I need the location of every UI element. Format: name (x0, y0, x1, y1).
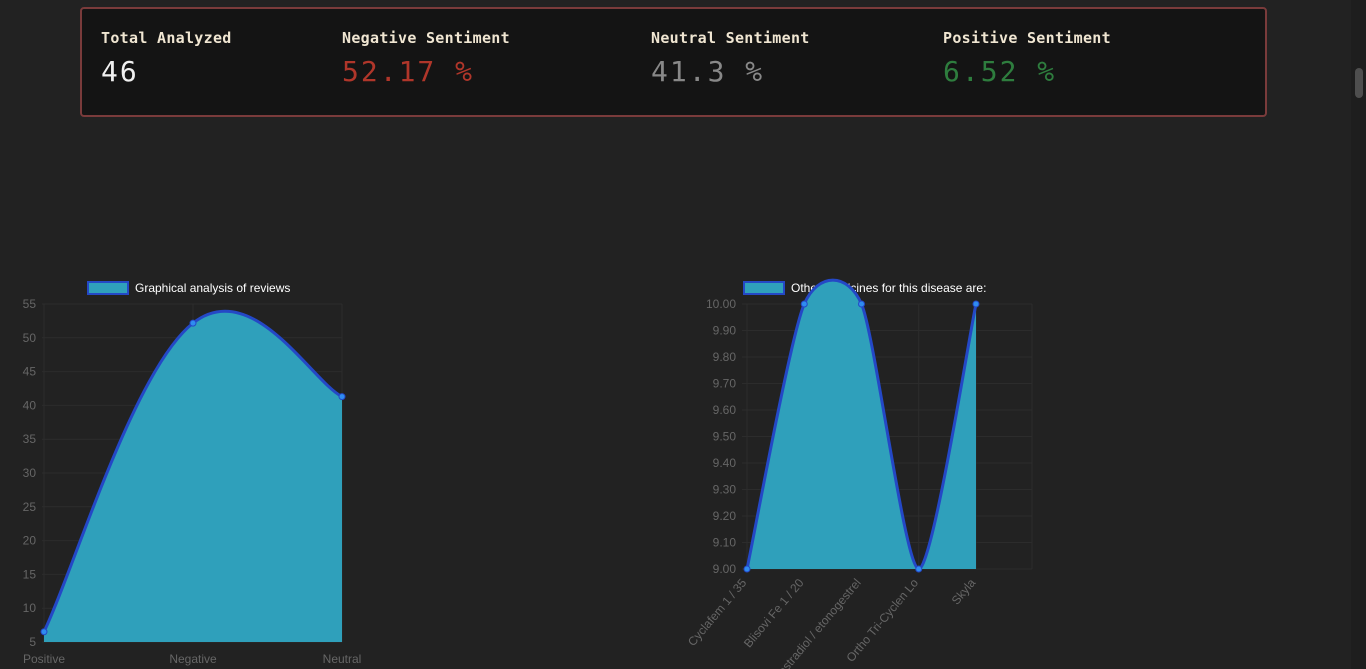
y-tick-label: 50 (23, 331, 37, 345)
x-tick-label: Negative (169, 652, 217, 666)
y-tick-label: 45 (23, 365, 37, 379)
y-tick-label: 9.20 (713, 509, 737, 523)
y-tick-label: 9.40 (713, 456, 737, 470)
stat-value: 46 (101, 55, 139, 88)
y-tick-label: 55 (23, 297, 37, 311)
other-medicines-chart[interactable]: Other medicines for this disease are: 9.0… (680, 270, 1060, 669)
x-tick-label: Cyclafem 1 / 35 (685, 576, 750, 649)
x-tick-label: Neutral (323, 652, 362, 666)
series-area (747, 280, 976, 569)
chart-legend[interactable]: Other medicines for this disease are: (743, 281, 986, 295)
chart-legend[interactable]: Graphical analysis of reviews (87, 281, 290, 295)
reviews-sentiment-chart[interactable]: Graphical analysis of reviews 5 10 15 20 25 30… (0, 270, 380, 669)
data-point[interactable] (743, 565, 751, 573)
x-tick-label: Skyla (949, 576, 979, 608)
y-tick-label: 30 (23, 466, 37, 480)
page-scrollbar[interactable] (1351, 0, 1366, 669)
y-tick-label: 10.00 (706, 297, 736, 311)
stat-positive-sentiment: Positive Sentiment 6.52 % (943, 29, 1111, 88)
y-tick-label: 9.90 (713, 324, 737, 338)
series-area (44, 311, 342, 642)
y-tick-label: 40 (23, 398, 37, 412)
data-point[interactable] (338, 393, 346, 401)
data-point[interactable] (189, 319, 197, 327)
legend-swatch (87, 281, 129, 295)
stat-value: 6.52 % (943, 55, 1057, 88)
y-tick-label: 9.70 (713, 377, 737, 391)
stat-label: Negative Sentiment (342, 29, 510, 47)
x-tick-label: Positive (23, 652, 65, 666)
data-point[interactable] (858, 300, 865, 308)
y-tick-label: 5 (29, 635, 36, 649)
stat-value: 41.3 % (651, 55, 765, 88)
y-tick-label: 9.80 (713, 350, 737, 364)
data-point[interactable] (972, 300, 980, 308)
y-tick-label: 25 (23, 500, 37, 514)
legend-swatch (743, 281, 785, 295)
y-tick-label: 9.60 (713, 403, 737, 417)
stat-value: 52.17 % (342, 55, 475, 88)
y-tick-label: 15 (23, 567, 37, 581)
stat-label: Neutral Sentiment (651, 29, 810, 47)
y-tick-label: 20 (23, 534, 37, 548)
data-point[interactable] (800, 300, 808, 308)
y-tick-label: 10 (23, 601, 37, 615)
y-tick-label: 9.30 (713, 483, 737, 497)
y-tick-label: 35 (23, 432, 37, 446)
data-point[interactable] (915, 565, 923, 573)
y-tick-label: 9.00 (713, 562, 737, 576)
stat-label: Total Analyzed (101, 29, 232, 47)
sentiment-summary-card: Total Analyzed 46 Negative Sentiment 52.… (80, 7, 1267, 117)
y-tick-label: 9.50 (713, 430, 737, 444)
stat-neutral-sentiment: Neutral Sentiment 41.3 % (651, 29, 810, 88)
stat-total-analyzed: Total Analyzed 46 (101, 29, 232, 88)
scrollbar-thumb[interactable] (1355, 68, 1363, 98)
stat-negative-sentiment: Negative Sentiment 52.17 % (342, 29, 510, 88)
y-tick-label: 9.10 (713, 536, 737, 550)
page: Total Analyzed 46 Negative Sentiment 52.… (0, 0, 1366, 669)
stat-label: Positive Sentiment (943, 29, 1111, 47)
x-tick-label: Blisovi Fe 1 / 20 (741, 576, 807, 651)
legend-label: Graphical analysis of reviews (135, 281, 290, 295)
data-point[interactable] (40, 628, 48, 636)
